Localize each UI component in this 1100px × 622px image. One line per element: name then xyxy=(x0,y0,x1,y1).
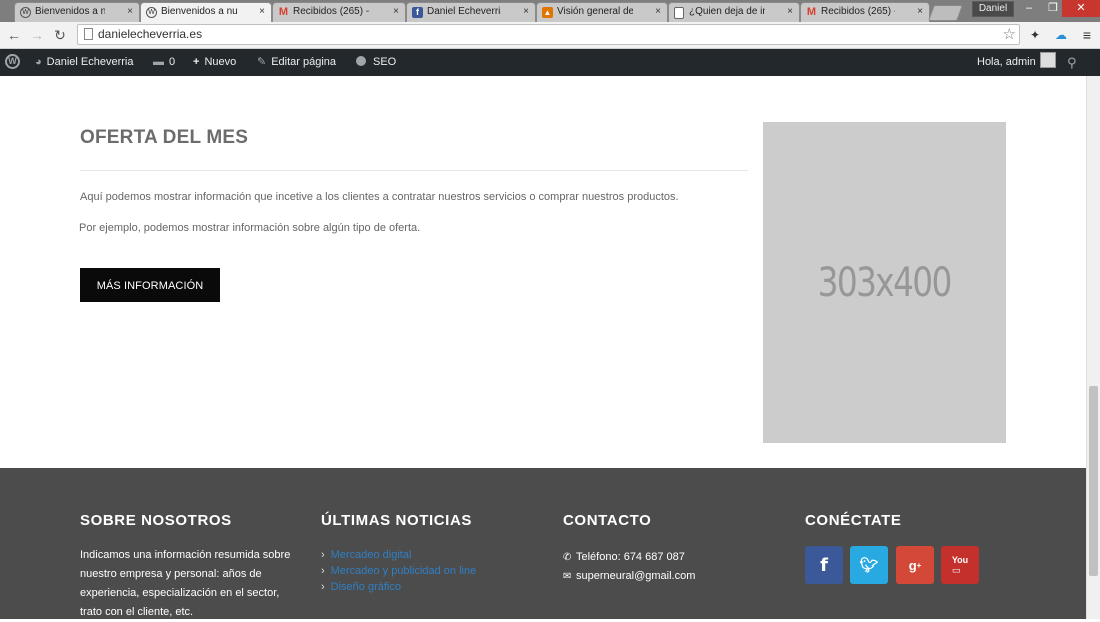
news-list: › Mercadeo digital › Mercadeo y publicidad… xyxy=(321,547,476,595)
back-arrow-icon[interactable]: ← xyxy=(6,26,22,44)
news-link[interactable]: › Mercadeo digital xyxy=(321,547,476,563)
close-icon[interactable]: × xyxy=(259,3,265,21)
tab-title: ¿Quien deja de invert xyxy=(689,6,765,17)
new-label: Nuevo xyxy=(204,56,237,68)
browser-tab-strip: W Bienvenidos a nuestr × W Bienvenidos a… xyxy=(0,0,1100,22)
google-plus-icon[interactable]: g + xyxy=(896,546,934,584)
minimize-icon[interactable]: – xyxy=(1016,0,1042,17)
browser-toolbar: ← → ↻ danielecheverria.es ☆ ✦ ☁ ≡ xyxy=(0,22,1100,49)
admin-comments-link[interactable]: ▬ 0 xyxy=(153,49,175,76)
seo-dot-icon xyxy=(356,56,366,66)
search-icon[interactable]: ⚲ xyxy=(1067,49,1077,76)
chevron-right-icon: › xyxy=(321,549,325,561)
chevron-right-icon: › xyxy=(321,581,325,593)
close-icon[interactable]: × xyxy=(523,3,529,21)
admin-account-link[interactable]: Hola, admin xyxy=(977,49,1056,76)
facebook-icon: f xyxy=(412,7,423,18)
tab-title: Recibidos (265) - sup xyxy=(821,6,895,17)
contact-info: ✆ Teléfono: 674 687 087 ✉ superneural@gmai… xyxy=(563,548,695,586)
facebook-icon[interactable]: f xyxy=(805,546,843,584)
menu-icon[interactable]: ≡ xyxy=(1079,27,1095,43)
footer-heading-about: SOBRE NOSOTROS xyxy=(80,512,232,529)
document-icon xyxy=(674,7,684,19)
bookmark-star-icon[interactable]: ☆ xyxy=(1003,25,1016,44)
comments-count: 0 xyxy=(169,56,176,68)
address-bar[interactable]: danielecheverria.es ☆ xyxy=(77,24,1020,45)
tab-title: Bienvenidos a nuestr xyxy=(161,6,237,17)
contact-email[interactable]: ✉ superneural@gmail.com xyxy=(563,567,695,586)
close-icon[interactable]: × xyxy=(127,3,133,21)
admin-new-link[interactable]: + Nuevo xyxy=(193,49,236,76)
tab-title: Recibidos (265) - sup xyxy=(293,6,371,17)
footer-heading-news: ÚLTIMAS NOTICIAS xyxy=(321,512,472,529)
comment-icon: ▬ xyxy=(153,56,164,68)
admin-edit-link[interactable]: ✎ Editar página xyxy=(257,49,336,76)
wordpress-icon: W xyxy=(146,7,157,18)
offer-paragraph: Por ejemplo, podemos mostrar información… xyxy=(79,222,421,234)
offer-title: OFERTA DEL MES xyxy=(80,127,249,148)
site-footer: SOBRE NOSOTROS Indicamos una información… xyxy=(0,468,1086,619)
browser-tab[interactable]: f Daniel Echeverria / D × xyxy=(406,2,536,22)
gmail-icon: M xyxy=(806,6,817,18)
chevron-right-icon: › xyxy=(321,565,325,577)
envelope-icon: ✉ xyxy=(563,571,572,582)
new-tab-button[interactable] xyxy=(928,5,963,21)
more-info-button[interactable]: MÁS INFORMACIÓN xyxy=(80,268,220,302)
contact-phone: ✆ Teléfono: 674 687 087 xyxy=(563,548,695,567)
browser-tab-active[interactable]: W Bienvenidos a nuestr × xyxy=(140,2,272,22)
footer-heading-connect: CONÉCTATE xyxy=(805,512,902,529)
pencil-icon: ✎ xyxy=(257,56,267,68)
news-link[interactable]: › Mercadeo y publicidad on line xyxy=(321,563,476,579)
forward-arrow-icon[interactable]: → xyxy=(29,26,45,44)
extension-puzzle-icon[interactable]: ✦ xyxy=(1027,27,1043,43)
tab-title: Visión general de au xyxy=(557,6,633,17)
wordpress-icon[interactable]: W xyxy=(5,54,20,69)
page-icon xyxy=(84,28,93,40)
scrollbar-thumb[interactable] xyxy=(1089,386,1098,576)
close-icon[interactable]: × xyxy=(787,3,793,21)
tab-title: Bienvenidos a nuestr xyxy=(35,6,105,17)
window-close-icon[interactable]: ✕ xyxy=(1062,0,1100,17)
twitter-icon[interactable]: 🐦︎ xyxy=(850,546,888,584)
footer-heading-contact: CONTACTO xyxy=(563,512,652,529)
news-link[interactable]: › Diseño gráfico xyxy=(321,579,476,595)
tab-title: Daniel Echeverria / D xyxy=(427,6,501,17)
wp-admin-bar: W ◕ Daniel Echeverria ▬ 0 + Nuevo ✎ Editar p… xyxy=(0,49,1100,76)
placeholder-dimensions: 303x400 xyxy=(817,259,953,306)
cloud-icon[interactable]: ☁ xyxy=(1053,27,1069,43)
phone-icon: ✆ xyxy=(563,552,572,563)
site-name: Daniel Echeverria xyxy=(46,56,134,68)
admin-site-link[interactable]: ◕ Daniel Echeverria xyxy=(35,49,133,76)
browser-tab[interactable]: ¿Quien deja de invert × xyxy=(668,2,800,22)
avatar xyxy=(1039,52,1056,68)
browser-tab[interactable]: M Recibidos (265) - sup × xyxy=(272,2,406,22)
edit-label: Editar página xyxy=(271,56,337,68)
analytics-icon: ▲ xyxy=(542,7,553,18)
dashboard-icon: ◕ xyxy=(35,56,42,68)
divider xyxy=(80,170,748,171)
close-icon[interactable]: × xyxy=(393,3,399,21)
seo-label: SEO xyxy=(373,56,397,68)
browser-tab[interactable]: W Bienvenidos a nuestr × xyxy=(14,2,140,22)
image-placeholder: 303x400 xyxy=(763,122,1006,443)
greeting: Hola, admin xyxy=(977,56,1036,68)
offer-paragraph: Aquí podemos mostrar información que inc… xyxy=(80,191,679,203)
reload-icon[interactable]: ↻ xyxy=(52,26,68,44)
gmail-icon: M xyxy=(278,6,289,18)
wordpress-icon: W xyxy=(20,7,31,18)
youtube-icon[interactable]: You ▭ xyxy=(941,546,979,584)
close-icon[interactable]: × xyxy=(655,3,661,21)
plus-icon: + xyxy=(193,56,200,68)
url-text[interactable]: danielecheverria.es xyxy=(98,25,202,44)
profile-button[interactable]: Daniel xyxy=(972,1,1014,17)
browser-tab[interactable]: ▲ Visión general de au × xyxy=(536,2,668,22)
about-text: Indicamos una información resumida sobre… xyxy=(80,549,291,618)
close-icon[interactable]: × xyxy=(917,3,923,21)
admin-seo-link[interactable]: SEO xyxy=(356,49,396,76)
page-scrollbar[interactable] xyxy=(1086,76,1100,619)
browser-tab[interactable]: M Recibidos (265) - sup × xyxy=(800,2,930,22)
